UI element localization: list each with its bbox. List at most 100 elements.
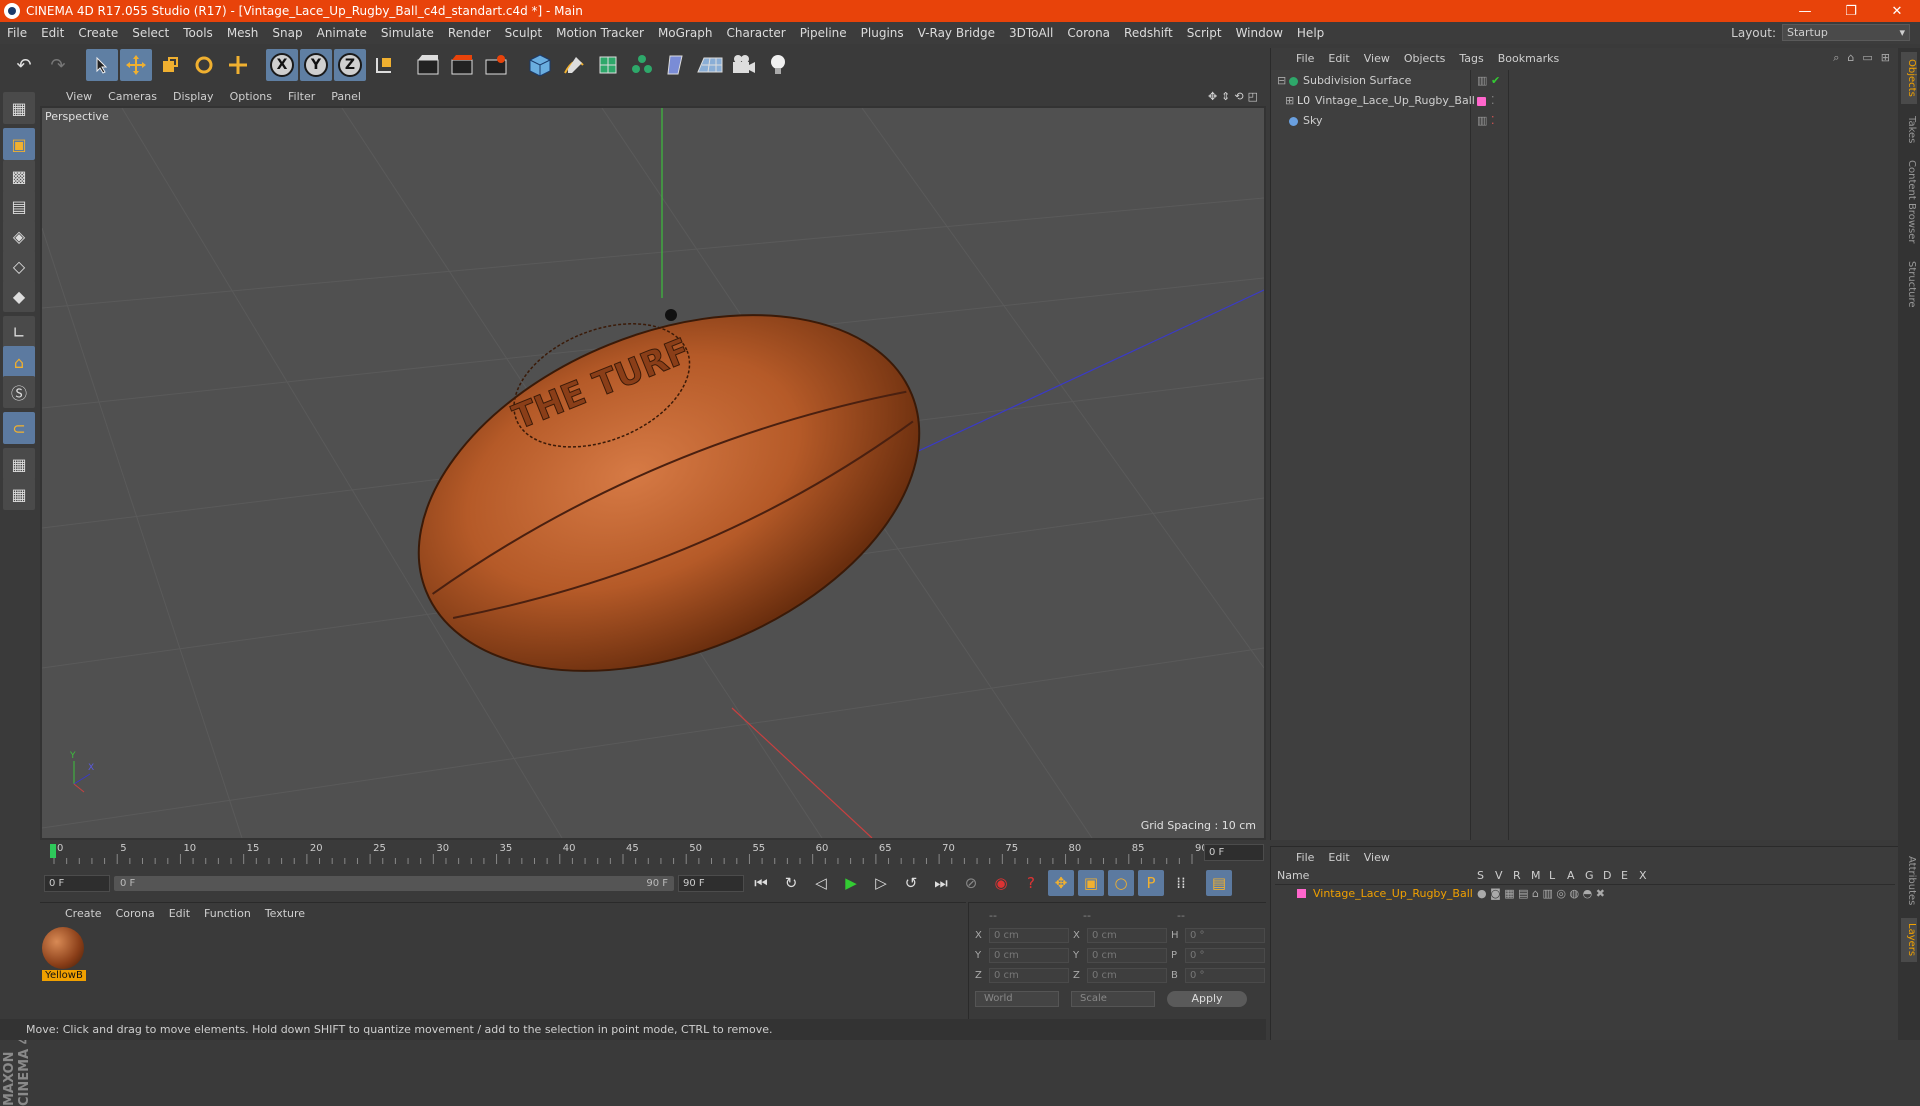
autokey-icon[interactable]: ? [1018,870,1044,896]
render-view-icon[interactable] [412,49,444,81]
search-icon[interactable]: ⌕ [1833,51,1839,65]
record-motion-icon[interactable]: ⊘ [958,870,984,896]
expand-icon[interactable]: ⊞ [1881,51,1890,65]
layer-color-swatch[interactable] [1297,889,1306,898]
lm-menu-view[interactable]: View [1357,851,1397,864]
floor-object-icon[interactable] [694,49,726,81]
select-tool-icon[interactable] [86,49,118,81]
visibility-dots-icon[interactable]: ⁚ [1491,92,1495,110]
viewport-menu-cameras[interactable]: Cameras [100,90,165,103]
menu-create[interactable]: Create [71,26,125,40]
object-row-sky[interactable]: Sky ▥ ⁚ [1271,112,1899,130]
apply-button[interactable]: Apply [1167,991,1247,1007]
close-button[interactable]: ✕ [1874,4,1920,19]
viewport-menu-options[interactable]: Options [222,90,280,103]
workplane-lock-icon[interactable]: ▦ [3,448,35,480]
spline-pen-icon[interactable] [558,49,590,81]
enabled-check-icon[interactable]: ✔ [1491,72,1500,90]
z-axis-lock-button[interactable]: Z [334,49,366,81]
om-menu-file[interactable]: File [1289,52,1321,65]
lm-menu-file[interactable]: File [1289,851,1321,864]
coordinate-mode-dropdown[interactable]: World [975,991,1059,1007]
menu-animate[interactable]: Animate [310,26,374,40]
size-mode-dropdown[interactable]: Scale [1071,991,1155,1007]
menu-window[interactable]: Window [1229,26,1290,40]
layer-row[interactable]: Vintage_Lace_Up_Rugby_Ball ● ◙ ▦ ▤ ⌂ ▥ ◎… [1275,887,1895,903]
workplane-rotate-icon[interactable]: ▦ [3,478,35,510]
layer-color-swatch[interactable] [1477,96,1486,106]
layer-flag-icons[interactable]: ● ◙ ▦ ▤ ⌂ ▥ ◎ ◍ ◓ ✖ [1477,887,1605,900]
position-y-field[interactable]: 0 cm [989,947,1069,963]
material-menu-function[interactable]: Function [197,907,258,920]
layout-dropdown[interactable]: Startup [1782,24,1910,41]
tab-content-browser[interactable]: Content Browser [1901,154,1917,250]
layer-toggle-icon[interactable]: ▥ [1477,112,1487,130]
restore-button[interactable]: ❐ [1828,4,1874,19]
size-z-field[interactable]: 0 cm [1087,967,1167,983]
snap-magnet-icon[interactable]: ⊂ [3,412,35,444]
object-row-rugby-ball[interactable]: ⊞ L0 Vintage_Lace_Up_Rugby_Ball ⁚ [1271,92,1899,110]
size-y-field[interactable]: 0 cm [1087,947,1167,963]
play-forward-icon[interactable]: ▶ [838,870,864,896]
toggle-view-icon[interactable]: ◰ [1248,90,1258,103]
previous-frame-icon[interactable]: ◁ [808,870,834,896]
rotation-p-field[interactable]: 0 ° [1185,947,1265,963]
zoom-view-icon[interactable]: ⇕ [1221,90,1230,103]
go-to-start-icon[interactable]: ⏮ [748,870,774,896]
visibility-dots-icon[interactable]: ⁚ [1491,112,1495,130]
y-axis-lock-button[interactable]: Y [300,49,332,81]
mograph-cloner-icon[interactable] [626,49,658,81]
material-swatch[interactable]: YellowB [42,927,86,981]
menu-motion-tracker[interactable]: Motion Tracker [549,26,651,40]
render-to-picture-viewer-icon[interactable] [446,49,478,81]
menu-script[interactable]: Script [1180,26,1229,40]
menu-mesh[interactable]: Mesh [220,26,266,40]
tab-objects[interactable]: Objects [1901,52,1917,104]
menu-vray-bridge[interactable]: V-Ray Bridge [911,26,1002,40]
undo-button[interactable]: ↶ [8,49,40,81]
frame-range-slider[interactable]: 0 F 90 F [114,875,674,891]
material-menu-edit[interactable]: Edit [162,907,197,920]
menu-mograph[interactable]: MoGraph [651,26,720,40]
rotate-view-icon[interactable]: ⟲ [1234,90,1243,103]
points-mode-icon[interactable]: ◈ [3,220,35,252]
move-view-icon[interactable]: ✥ [1208,90,1217,103]
tab-layers[interactable]: Layers [1901,918,1917,962]
size-x-field[interactable]: 0 cm [1087,927,1167,943]
rotate-tool-icon[interactable] [188,49,220,81]
viewport-menu-filter[interactable]: Filter [280,90,323,103]
menu-edit[interactable]: Edit [34,26,71,40]
tab-attributes[interactable]: Attributes [1901,848,1917,914]
om-menu-view[interactable]: View [1357,52,1397,65]
edges-mode-icon[interactable]: ◇ [3,250,35,282]
cube-object-icon[interactable] [524,49,556,81]
next-key-icon[interactable]: ↺ [898,870,924,896]
key-parameter-icon[interactable]: P [1138,870,1164,896]
key-position-icon[interactable]: ✥ [1048,870,1074,896]
rotation-b-field[interactable]: 0 ° [1185,967,1265,983]
viewport-menu-view[interactable]: View [58,90,100,103]
camera-object-icon[interactable] [728,49,760,81]
workplane-mode-icon[interactable]: ▤ [3,190,35,222]
material-menu-texture[interactable]: Texture [258,907,312,920]
menu-corona[interactable]: Corona [1060,26,1117,40]
current-frame-field[interactable]: 0 F [1204,844,1264,861]
minimize-button[interactable]: — [1782,4,1828,19]
model-mode-icon[interactable]: ▣ [3,128,35,160]
home-icon[interactable]: ⌂ [1847,51,1854,65]
loop-icon[interactable]: ↻ [778,870,804,896]
end-frame-field[interactable]: 90 F [678,874,744,892]
x-axis-lock-button[interactable]: X [266,49,298,81]
material-menu-corona[interactable]: Corona [109,907,162,920]
menu-redshift[interactable]: Redshift [1117,26,1180,40]
menu-character[interactable]: Character [719,26,792,40]
current-frame-marker[interactable] [50,844,56,858]
render-settings-icon[interactable] [480,49,512,81]
deformer-icon[interactable] [660,49,692,81]
solo-mode-icon[interactable]: Ⓢ [3,376,35,408]
key-scale-icon[interactable]: ▣ [1078,870,1104,896]
material-menu-create[interactable]: Create [58,907,109,920]
om-menu-edit[interactable]: Edit [1321,52,1356,65]
texture-mode-icon[interactable]: ▩ [3,160,35,192]
layer-toggle-icon[interactable]: ▥ [1477,72,1487,90]
